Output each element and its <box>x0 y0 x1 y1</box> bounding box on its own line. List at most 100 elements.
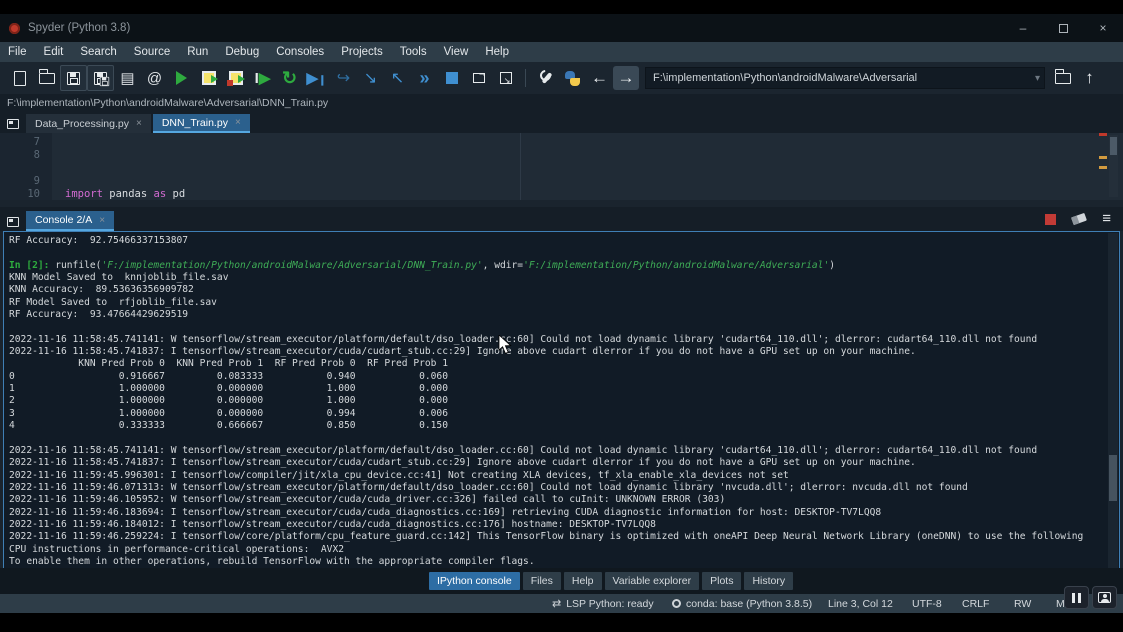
chevron-down-icon[interactable]: ▾ <box>1031 73 1044 84</box>
console-line: KNN Model Saved to knnjoblib_file.sav <box>4 272 1094 284</box>
clear-console-icon[interactable] <box>1071 213 1087 225</box>
scrollbar-warning-marker <box>1099 166 1107 169</box>
ipython-console-output[interactable]: RF Accuracy: 92.75466337153807 In [2]: r… <box>3 231 1120 580</box>
menu-search[interactable]: Search <box>80 46 116 58</box>
run-icon <box>176 71 187 85</box>
breadcrumb: F:\implementation\Python\androidMalware\… <box>0 94 1123 112</box>
editor-scrollbar[interactable] <box>1109 135 1118 197</box>
save-button[interactable] <box>60 65 87 91</box>
cursor-position: Line 3, Col 12 <box>828 594 893 613</box>
maximize-pane-button[interactable] <box>465 65 492 91</box>
step-out-button[interactable]: ↖ <box>384 65 411 91</box>
console-table-row: 3 1.000000 0.000000 0.994 0.006 <box>4 408 1094 420</box>
file-switcher-icon: ▤ <box>120 69 134 87</box>
run-cell-advance-button[interactable] <box>222 65 249 91</box>
editor-line: 9 import pandas as pd <box>0 162 1123 175</box>
menu-source[interactable]: Source <box>134 46 170 58</box>
browse-console-tabs-button[interactable] <box>0 212 26 231</box>
console-line: RF Accuracy: 92.75466337153807 <box>4 235 1094 247</box>
tab-history[interactable]: History <box>744 572 793 590</box>
preferences-button[interactable] <box>532 65 559 91</box>
file-switcher-button[interactable]: ▤ <box>114 65 141 91</box>
back-button[interactable]: ← <box>586 65 613 91</box>
spyder-logo-icon <box>9 23 20 34</box>
console-line: 2022-11-16 11:59:46.105952: W tensorflow… <box>4 494 1094 506</box>
main-toolbar: ▤ @ I▶ ↻ ▶❙ ↪ ↘ ↖ » ← → F:\implementatio… <box>0 62 1123 94</box>
console-blank-line <box>4 321 1094 333</box>
rerun-cell-button[interactable]: ↻ <box>276 65 303 91</box>
new-file-button[interactable] <box>6 65 33 91</box>
tab-help[interactable]: Help <box>564 572 602 590</box>
eol-status: CRLF <box>962 594 989 613</box>
parent-directory-button[interactable]: ↑ <box>1076 65 1103 91</box>
tab-plots[interactable]: Plots <box>702 572 741 590</box>
minimize-button[interactable]: – <box>1003 14 1043 42</box>
browse-tabs-icon <box>7 119 19 129</box>
menu-help[interactable]: Help <box>485 46 509 58</box>
stop-button[interactable] <box>438 65 465 91</box>
console-scrollbar-thumb[interactable] <box>1109 455 1117 501</box>
tab-ipython-console[interactable]: IPython console <box>429 572 520 590</box>
console-blank-line <box>4 247 1094 259</box>
close-tab-icon[interactable]: × <box>99 215 105 226</box>
menu-tools[interactable]: Tools <box>400 46 427 58</box>
console-line: 2022-11-16 11:59:46.184012: I tensorflow… <box>4 519 1094 531</box>
menu-view[interactable]: View <box>444 46 469 58</box>
rerun-icon: ↻ <box>282 68 297 89</box>
forward-button[interactable]: → <box>613 66 639 90</box>
overlay-pause-button[interactable] <box>1064 586 1089 609</box>
tab-data-processing[interactable]: Data_Processing.py × <box>26 114 151 133</box>
menu-projects[interactable]: Projects <box>341 46 383 58</box>
fullscreen-button[interactable] <box>492 65 519 91</box>
close-button[interactable]: × <box>1083 14 1123 42</box>
step-into-button[interactable]: ↘ <box>357 65 384 91</box>
menu-bar: File Edit Search Source Run Debug Consol… <box>0 42 1123 62</box>
python-env-button[interactable] <box>559 65 586 91</box>
editor-tab-bar: Data_Processing.py × DNN_Train.py × <box>0 112 1123 133</box>
forward-arrow-icon: → <box>618 68 635 88</box>
scrollbar-error-marker <box>1099 133 1107 136</box>
browse-directory-button[interactable] <box>1049 65 1076 91</box>
continue-button[interactable]: » <box>411 65 438 91</box>
step-into-icon: ↘ <box>364 68 377 88</box>
close-tab-icon[interactable]: × <box>235 117 241 128</box>
step-over-button[interactable]: ↪ <box>330 65 357 91</box>
restore-button[interactable] <box>1043 14 1083 42</box>
console-table-header: KNN Pred Prob 0 KNN Pred Prob 1 RF Pred … <box>4 358 1094 370</box>
conda-status: conda: base (Python 3.8.5) <box>672 594 812 613</box>
working-directory-field[interactable]: F:\implementation\Python\androidMalware\… <box>645 67 1045 89</box>
menu-debug[interactable]: Debug <box>225 46 259 58</box>
interrupt-kernel-icon[interactable] <box>1045 214 1056 225</box>
run-file-button[interactable] <box>168 65 195 91</box>
up-arrow-icon: ↑ <box>1085 68 1094 88</box>
console-line: RF Accuracy: 93.47664429629519 <box>4 309 1094 321</box>
close-tab-icon[interactable]: × <box>136 118 142 129</box>
open-file-button[interactable] <box>33 65 60 91</box>
tab-console-2a[interactable]: Console 2/A × <box>26 211 114 231</box>
editor-scrollbar-thumb[interactable] <box>1110 137 1117 155</box>
editor-pane[interactable]: 7 8 9 import pandas as pd 10 import nump… <box>0 133 1123 200</box>
menu-edit[interactable]: Edit <box>44 46 64 58</box>
menu-file[interactable]: File <box>8 46 27 58</box>
overlay-presenter-button[interactable] <box>1092 586 1117 609</box>
tab-variable-explorer[interactable]: Variable explorer <box>605 572 700 590</box>
menu-consoles[interactable]: Consoles <box>276 46 324 58</box>
menu-run[interactable]: Run <box>187 46 208 58</box>
find-symbols-button[interactable]: @ <box>141 65 168 91</box>
console-blank-line <box>4 433 1094 445</box>
save-all-button[interactable] <box>87 65 114 91</box>
console-line: KNN Accuracy: 89.53636356909782 <box>4 284 1094 296</box>
browse-tabs-button[interactable] <box>0 114 26 133</box>
presenter-icon <box>1098 592 1111 603</box>
permissions-status: RW <box>1014 594 1031 613</box>
run-selection-button[interactable]: I▶ <box>249 65 276 91</box>
maximize-pane-icon <box>473 73 485 83</box>
console-line: 2022-11-16 11:59:46.071313: W tensorflow… <box>4 482 1094 494</box>
debug-file-button[interactable]: ▶❙ <box>303 65 330 91</box>
options-menu-icon[interactable]: ≡ <box>1102 214 1111 224</box>
tab-dnn-train[interactable]: DNN_Train.py × <box>153 114 250 133</box>
working-directory-value[interactable]: F:\implementation\Python\androidMalware\… <box>646 72 1031 84</box>
console-scrollbar[interactable]: ▾ <box>1108 233 1118 578</box>
run-cell-button[interactable] <box>195 65 222 91</box>
tab-files[interactable]: Files <box>523 572 561 590</box>
